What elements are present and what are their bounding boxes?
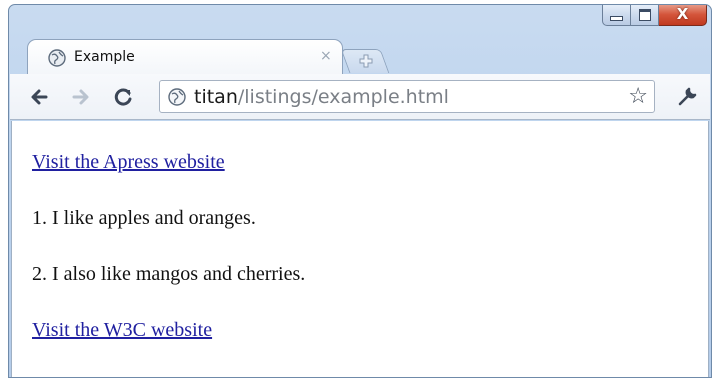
wrench-icon[interactable]: [675, 85, 699, 109]
globe-icon: [48, 49, 66, 67]
back-button[interactable]: [26, 84, 52, 110]
window-controls: X: [602, 5, 707, 28]
new-tab-button[interactable]: [340, 49, 390, 73]
globe-icon: [168, 88, 186, 106]
minimize-icon: [610, 15, 623, 21]
browser-toolbar: titan/listings/example.html ☆: [10, 74, 710, 120]
minimize-button[interactable]: [602, 5, 631, 26]
fruit-paragraph-1: 1. I like apples and oranges.: [32, 207, 256, 229]
back-arrow-icon: [31, 89, 48, 105]
url-path: /listings/example.html: [237, 86, 449, 108]
new-tab-icon: [359, 54, 373, 68]
reload-button[interactable]: [110, 84, 136, 110]
forward-arrow-icon: [72, 89, 89, 105]
tab-example[interactable]: Example ×: [27, 39, 343, 75]
url-host: titan: [194, 86, 238, 108]
maximize-icon: [638, 8, 651, 21]
browser-window: X Example × titan/listings/example.html …: [8, 4, 712, 378]
page-content: Visit the Apress website 1. I like apple…: [11, 121, 709, 377]
w3c-link-paragraph: Visit the W3C website: [32, 319, 212, 342]
fruit-paragraph-2: 2. I also like mangos and cherries.: [32, 263, 306, 285]
close-window-button[interactable]: X: [659, 5, 707, 26]
w3c-link[interactable]: Visit the W3C website: [32, 319, 212, 341]
apress-link[interactable]: Visit the Apress website: [32, 151, 225, 173]
url-text: titan/listings/example.html: [194, 84, 449, 110]
maximize-button[interactable]: [631, 5, 659, 26]
tab-title: Example: [74, 49, 135, 65]
reload-icon: [114, 88, 132, 106]
apress-link-paragraph: Visit the Apress website: [32, 151, 225, 174]
tab-close-icon[interactable]: ×: [320, 48, 332, 64]
close-icon: X: [676, 5, 689, 23]
forward-button[interactable]: [68, 84, 94, 110]
bookmark-star-icon[interactable]: ☆: [628, 84, 648, 110]
address-bar[interactable]: titan/listings/example.html ☆: [159, 80, 655, 113]
